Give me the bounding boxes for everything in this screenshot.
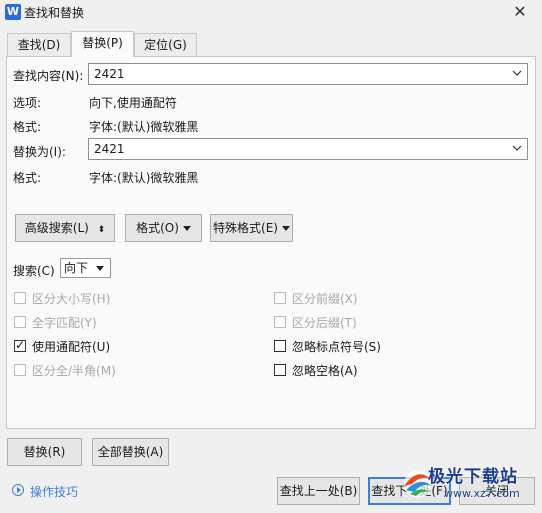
search-direction-label: 搜索(C) (13, 264, 55, 278)
options-label: 选项: (13, 96, 42, 110)
wildcards-checkbox[interactable] (14, 338, 26, 352)
wildcards-label: 使用通配符(U) (32, 340, 111, 354)
whole-word-label: 全字匹配(Y) (32, 316, 97, 330)
ignore-whitespace-label: 忽略空格(A) (292, 364, 358, 378)
replace-format-label: 格式: (13, 171, 42, 185)
replace-input[interactable]: 2421 (88, 138, 528, 160)
advanced-search-button[interactable]: 高级搜索(L) ⬍ (15, 214, 115, 242)
replace-label: 替换为(I): (13, 145, 66, 159)
find-previous-button[interactable]: 查找上一处(B) (277, 477, 360, 505)
ignore-punctuation-checkbox[interactable] (274, 340, 286, 352)
caret-down-icon (182, 226, 191, 231)
search-direction-select[interactable]: 向下 (60, 258, 111, 278)
chevron-down-icon[interactable] (511, 142, 523, 154)
find-label: 查找内容(N): (13, 69, 84, 83)
tips-link[interactable]: 操作技巧 (30, 483, 78, 500)
full-half-width-checkbox[interactable] (14, 364, 26, 376)
find-input[interactable]: 2421 (88, 63, 528, 85)
special-format-label: 特殊格式(E) (213, 221, 278, 235)
match-suffix-checkbox[interactable] (274, 316, 286, 328)
match-case-checkbox[interactable] (14, 292, 26, 304)
match-prefix-checkbox[interactable] (274, 292, 286, 304)
match-prefix-label: 区分前缀(X) (292, 292, 358, 306)
replace-button[interactable]: 替换(R) (7, 438, 82, 466)
match-case-label: 区分大小写(H) (32, 292, 111, 306)
watermark-url: www.xz7.com (444, 487, 520, 500)
replace-format-value: 字体:(默认)微软雅黑 (89, 171, 199, 185)
find-format-value: 字体:(默认)微软雅黑 (89, 120, 199, 134)
ignore-punctuation-label: 忽略标点符号(S) (292, 340, 381, 354)
format-button[interactable]: 格式(O) (125, 214, 202, 242)
advanced-search-label: 高级搜索(L) (24, 221, 89, 235)
ignore-whitespace-checkbox[interactable] (274, 364, 286, 376)
whole-word-checkbox[interactable] (14, 316, 26, 328)
chevron-down-icon[interactable] (511, 67, 523, 79)
caret-down-icon (281, 226, 290, 231)
caret-down-icon (96, 266, 105, 271)
match-suffix-label: 区分后缀(T) (292, 316, 357, 330)
format-label: 格式(O) (136, 221, 179, 235)
collapse-arrows-icon: ⬍ (97, 225, 106, 235)
find-value: 2421 (94, 67, 125, 81)
find-format-label: 格式: (13, 120, 42, 134)
site-watermark: 极光下载站 www.xz7.com (398, 458, 538, 508)
special-format-button[interactable]: 特殊格式(E) (210, 214, 293, 242)
search-direction-value: 向下 (64, 261, 89, 275)
full-half-width-label: 区分全/半角(M) (32, 364, 116, 378)
play-circle-icon[interactable] (12, 484, 24, 496)
options-value: 向下,使用通配符 (89, 96, 177, 110)
replace-all-button[interactable]: 全部替换(A) (92, 438, 169, 466)
watermark-title: 极光下载站 (428, 467, 518, 487)
replace-value: 2421 (94, 142, 125, 156)
